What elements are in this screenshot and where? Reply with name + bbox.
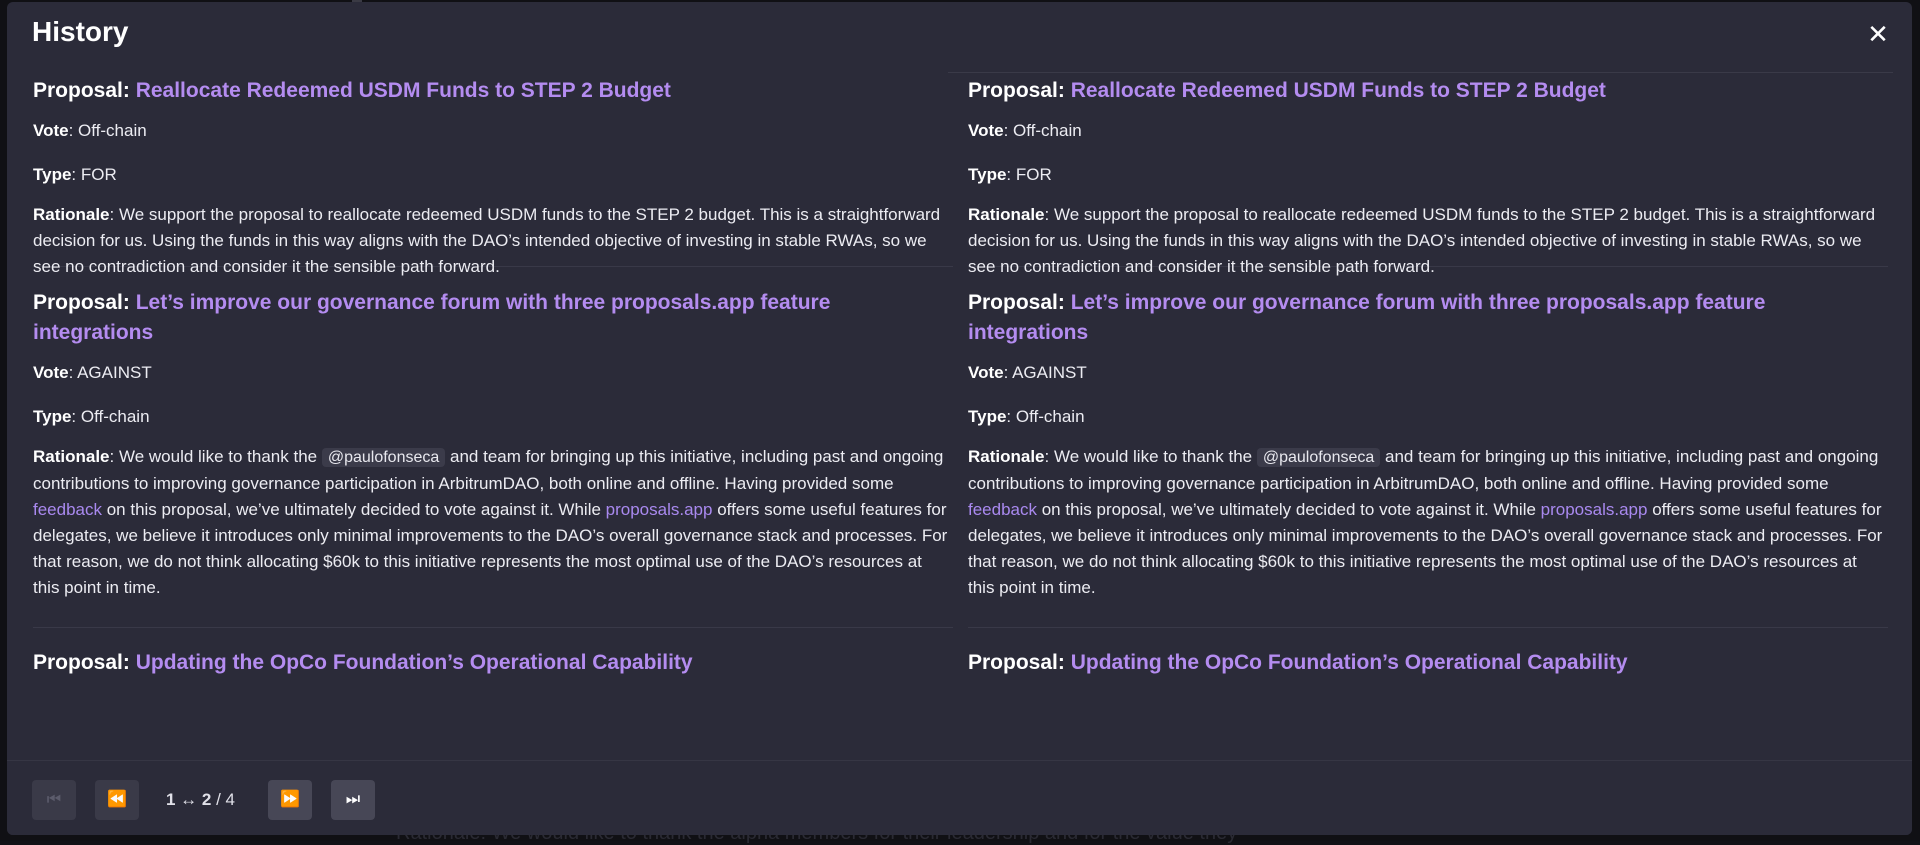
user-mention[interactable]: @paulofonseca: [1256, 448, 1381, 467]
proposal-label: Proposal:: [33, 291, 130, 314]
proposal-title: Proposal: Updating the OpCo Foundation’s…: [968, 648, 1888, 678]
type-value: : FOR: [71, 165, 117, 184]
proposals-app-link[interactable]: proposals.app: [606, 500, 713, 519]
prev-page-button[interactable]: ⏪: [95, 780, 139, 820]
rationale-label: Rationale: [33, 205, 110, 224]
vote-value: : AGAINST: [1003, 363, 1087, 382]
proposal-item: Proposal: Let’s improve our governance f…: [968, 267, 1888, 628]
type-value: : FOR: [1006, 165, 1052, 184]
proposal-link[interactable]: Updating the OpCo Foundation’s Operation…: [136, 651, 693, 674]
proposal-link[interactable]: Updating the OpCo Foundation’s Operation…: [1071, 651, 1628, 674]
first-page-button[interactable]: ⏮: [32, 780, 76, 820]
type-field: Type: FOR: [968, 162, 1888, 188]
close-icon: ✕: [1867, 19, 1889, 49]
vote-label: Vote: [33, 363, 69, 382]
proposal-item: Proposal: Reallocate Redeemed USDM Funds…: [968, 66, 1888, 276]
type-label: Type: [33, 165, 72, 184]
type-label: Type: [968, 165, 1007, 184]
pagination-bar: ⏮ ⏪ 1 ↔ 2 / 4 ⏩ ⏭: [7, 760, 1912, 835]
next-page-icon: ⏩: [280, 791, 300, 808]
proposal-title: Proposal: Reallocate Redeemed USDM Funds…: [33, 76, 953, 106]
next-page-button[interactable]: ⏩: [268, 780, 312, 820]
type-field: Type: FOR: [33, 162, 953, 188]
type-label: Type: [33, 407, 72, 426]
rationale-text-1: : We would like to thank the: [109, 447, 322, 466]
proposal-label: Proposal:: [33, 651, 130, 674]
page-range: 1 ↔ 2: [166, 790, 212, 809]
proposal-link[interactable]: Reallocate Redeemed USDM Funds to STEP 2…: [136, 79, 671, 102]
history-content[interactable]: Proposal: Reallocate Redeemed USDM Funds…: [7, 66, 1912, 760]
last-page-icon: ⏭: [345, 791, 361, 808]
proposal-item: Proposal: Let’s improve our governance f…: [33, 267, 953, 628]
type-label: Type: [968, 407, 1007, 426]
feedback-link[interactable]: feedback: [33, 500, 102, 519]
vote-field: Vote: Off-chain: [33, 118, 953, 144]
rationale-text: : We support the proposal to reallocate …: [968, 205, 1876, 276]
vote-field: Vote: AGAINST: [968, 360, 1888, 386]
user-mention[interactable]: @paulofonseca: [321, 448, 446, 467]
rationale-label: Rationale: [968, 205, 1045, 224]
history-column-right: Proposal: Reallocate Redeemed USDM Funds…: [958, 66, 1893, 678]
divider: [958, 72, 1893, 73]
prev-page-icon: ⏪: [107, 791, 127, 808]
type-value: : Off-chain: [71, 407, 150, 426]
vote-value: : Off-chain: [68, 121, 147, 140]
vote-field: Vote: AGAINST: [33, 360, 953, 386]
proposal-title: Proposal: Reallocate Redeemed USDM Funds…: [968, 76, 1888, 106]
type-value: : Off-chain: [1006, 407, 1085, 426]
proposal-link[interactable]: Reallocate Redeemed USDM Funds to STEP 2…: [1071, 79, 1606, 102]
vote-label: Vote: [968, 121, 1004, 140]
vote-label: Vote: [33, 121, 69, 140]
proposal-link[interactable]: Let’s improve our governance forum with …: [968, 291, 1765, 344]
proposal-item: Proposal: Reallocate Redeemed USDM Funds…: [33, 66, 953, 276]
history-modal: History ✕ Proposal: Reallocate Redeemed …: [7, 2, 1912, 835]
rationale-field: Rationale: We would like to thank the @p…: [33, 444, 953, 601]
rationale-label: Rationale: [968, 447, 1045, 466]
rationale-field: Rationale: We would like to thank the @p…: [968, 444, 1888, 601]
rationale-text: : We support the proposal to reallocate …: [33, 205, 941, 276]
proposal-label: Proposal:: [33, 79, 130, 102]
vote-value: : Off-chain: [1003, 121, 1082, 140]
rationale-text-3: on this proposal, we’ve ultimately decid…: [102, 500, 606, 519]
rationale-text-3: on this proposal, we’ve ultimately decid…: [1037, 500, 1541, 519]
history-column-left: Proposal: Reallocate Redeemed USDM Funds…: [33, 66, 958, 678]
vote-value: : AGAINST: [68, 363, 152, 382]
proposal-label: Proposal:: [968, 291, 1065, 314]
modal-title: History: [32, 16, 129, 47]
type-field: Type: Off-chain: [968, 404, 1888, 430]
proposal-label: Proposal:: [968, 651, 1065, 674]
modal-header: History ✕: [7, 2, 1912, 66]
last-page-button[interactable]: ⏭: [331, 780, 375, 820]
first-page-icon: ⏮: [46, 791, 62, 808]
close-button[interactable]: ✕: [1864, 20, 1892, 48]
rationale-label: Rationale: [33, 447, 110, 466]
page-total: / 4: [211, 790, 235, 809]
proposal-title: Proposal: Updating the OpCo Foundation’s…: [33, 648, 953, 678]
divider: [948, 72, 958, 73]
rationale-text-1: : We would like to thank the: [1044, 447, 1257, 466]
feedback-link[interactable]: feedback: [968, 500, 1037, 519]
proposal-label: Proposal:: [968, 79, 1065, 102]
proposal-title: Proposal: Let’s improve our governance f…: [968, 288, 1888, 348]
proposal-item: Proposal: Updating the OpCo Foundation’s…: [968, 628, 1888, 678]
proposals-app-link[interactable]: proposals.app: [1541, 500, 1648, 519]
vote-field: Vote: Off-chain: [968, 118, 1888, 144]
vote-label: Vote: [968, 363, 1004, 382]
proposal-title: Proposal: Let’s improve our governance f…: [33, 288, 953, 348]
page-indicator: 1 ↔ 2 / 4: [166, 790, 235, 810]
type-field: Type: Off-chain: [33, 404, 953, 430]
proposal-link[interactable]: Let’s improve our governance forum with …: [33, 291, 830, 344]
proposal-item: Proposal: Updating the OpCo Foundation’s…: [33, 628, 953, 678]
